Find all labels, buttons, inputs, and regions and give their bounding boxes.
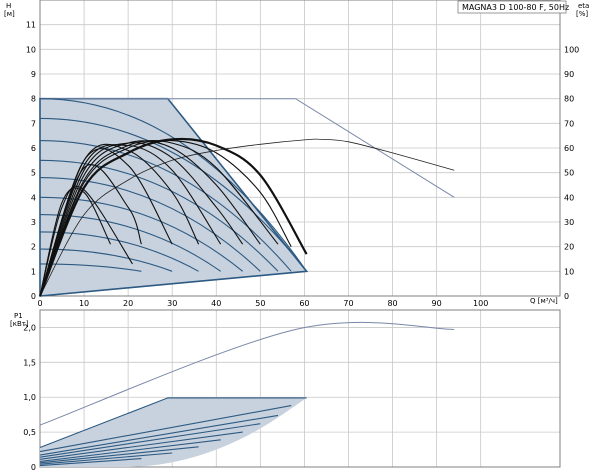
- x-tick-label: 10: [79, 299, 89, 308]
- x-tick-label: 90: [432, 299, 442, 308]
- y-right-tick-label: 40: [564, 193, 574, 202]
- y-right-unit: [%]: [576, 10, 588, 18]
- y-right-tick-label: 20: [564, 243, 574, 252]
- chart-title: MAGNA3 D 100-80 F, 50Hz: [462, 3, 569, 12]
- head-efficiency-chart: 0 10 20 30 40 50 60 70 80 90 100 0 1 2 3 4 5 6 7 8 9 10 11 0 10 2…: [26, 0, 579, 308]
- p1-tick-label: 1,0: [23, 393, 36, 402]
- y-left-tick-label: 3: [31, 218, 36, 227]
- y-left-tick-label: 5: [31, 169, 36, 178]
- y-left-label: H: [6, 2, 11, 10]
- y-right-tick-label: 10: [564, 267, 574, 276]
- y-right-tick-label: 0: [564, 292, 569, 301]
- x-tick-label: 30: [167, 299, 177, 308]
- x-tick-label: 20: [123, 299, 133, 308]
- y-left-tick-label: 2: [31, 243, 36, 252]
- y-right-tick-label: 70: [564, 119, 574, 128]
- p1-unit: [кВт]: [10, 320, 29, 328]
- y-right-tick-label: 80: [564, 95, 574, 104]
- y-left-tick-label: 4: [31, 193, 36, 202]
- chart-title-group: MAGNA3 D 100-80 F, 50Hz: [457, 0, 569, 14]
- y-left-tick-label: 9: [31, 70, 36, 79]
- x-tick-label: 50: [255, 299, 265, 308]
- power-chart: 00,51,01,52,0: [23, 309, 561, 472]
- x-tick-label: 80: [387, 299, 397, 308]
- x-tick-label: 100: [473, 299, 488, 308]
- y-right-tick-label: 60: [564, 144, 574, 153]
- p1-tick-label: 0: [31, 463, 36, 472]
- y-left-tick-label: 10: [26, 45, 36, 54]
- p1-tick-label: 1,5: [23, 358, 36, 367]
- y-left-unit: [м]: [4, 10, 15, 18]
- y-left-tick-label: 0: [31, 292, 36, 301]
- y-left-tick-label: 1: [31, 267, 36, 276]
- x-axis-label: Q [м³/ч]: [530, 297, 558, 305]
- y-right-tick-label: 90: [564, 70, 574, 79]
- y-left-tick-label: 7: [31, 119, 36, 128]
- x-tick-label: 70: [343, 299, 353, 308]
- y-left-tick-label: 8: [31, 95, 36, 104]
- y-left-tick-label: 11: [26, 21, 36, 30]
- x-tick-label: 40: [211, 299, 221, 308]
- y-right-label: eta: [578, 2, 589, 10]
- y-right-tick-label: 50: [564, 169, 574, 178]
- p1-label: P1: [14, 312, 23, 320]
- x-tick-label: 60: [299, 299, 309, 308]
- pump-performance-chart: 0 10 20 30 40 50 60 70 80 90 100 0 1 2 3 4 5 6 7 8 9 10 11 0 10 2…: [4, 0, 589, 472]
- y-right-tick-label: 30: [564, 218, 574, 227]
- x-tick-label: 0: [37, 299, 42, 308]
- y-right-tick-label: 100: [564, 45, 579, 54]
- y-left-tick-label: 6: [31, 144, 36, 153]
- p1-tick-label: 0,5: [23, 428, 36, 437]
